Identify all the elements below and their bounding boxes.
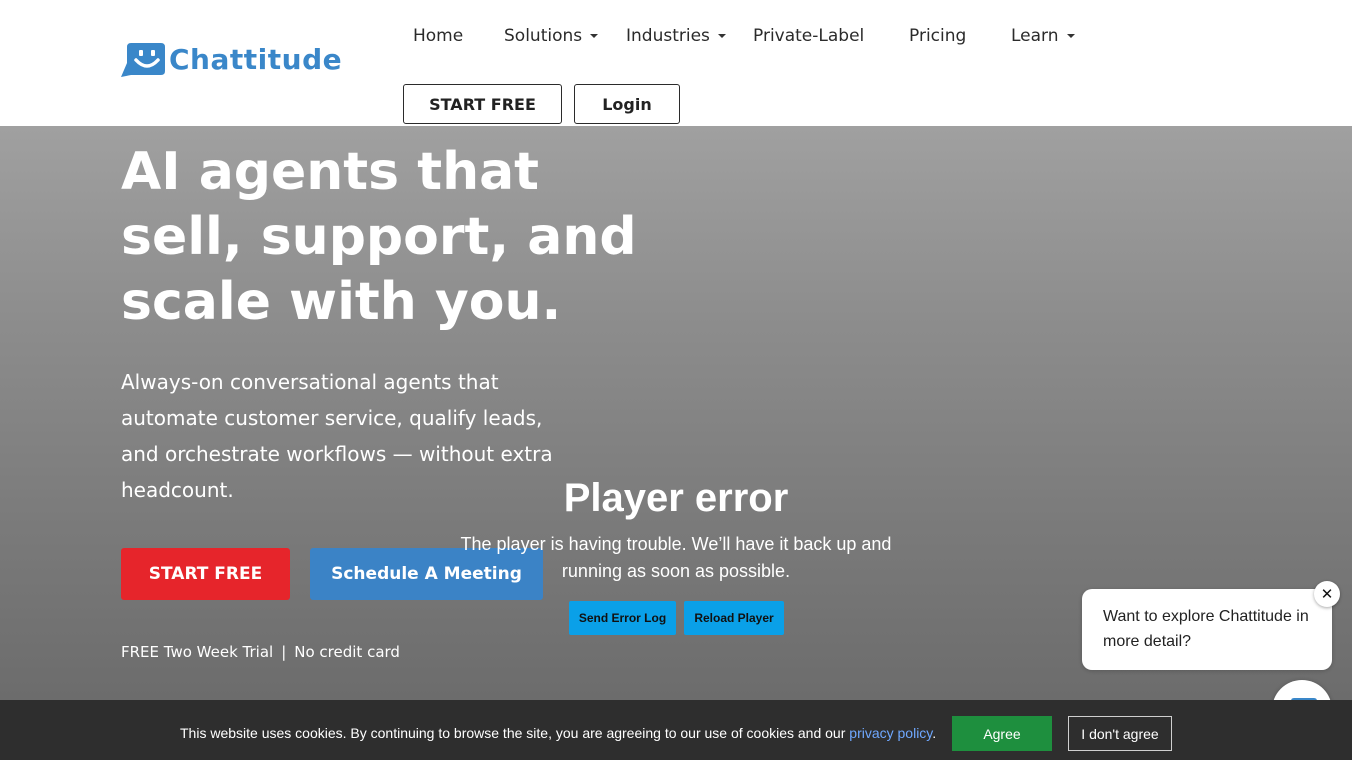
- player-error-title: Player error: [563, 476, 789, 520]
- header-start-free-button[interactable]: START FREE: [403, 84, 562, 124]
- cookie-message: This website uses cookies. By continuing…: [180, 723, 936, 743]
- nav-private-label[interactable]: Private-Label: [753, 24, 864, 48]
- privacy-policy-link[interactable]: privacy policy: [849, 725, 932, 741]
- cookie-banner: This website uses cookies. By continuing…: [0, 700, 1352, 760]
- reload-player-button[interactable]: Reload Player: [684, 601, 784, 635]
- trial-info: FREE Two Week Trial | No credit card: [121, 641, 400, 663]
- nav-pricing[interactable]: Pricing: [909, 24, 966, 48]
- nav-home-label: Home: [413, 26, 464, 46]
- cookie-text-before: This website uses cookies. By continuing…: [180, 725, 846, 741]
- smiley-chat-icon: [121, 43, 165, 77]
- trial-text: FREE Two Week Trial: [121, 643, 274, 661]
- trial-separator: |: [281, 643, 287, 661]
- no-card-text: No credit card: [294, 643, 400, 661]
- close-icon: ✕: [1320, 584, 1334, 603]
- site-header: Chattitude Home Solutions Industries Pri…: [0, 0, 1352, 126]
- chat-prompt-text: Want to explore Chattitude in more detai…: [1103, 608, 1309, 650]
- cookie-agree-button[interactable]: Agree: [952, 716, 1052, 751]
- header-login-button[interactable]: Login: [574, 84, 680, 124]
- caret-down-icon: [590, 34, 599, 38]
- nav-solutions-label: Solutions: [504, 26, 583, 46]
- chat-close-button[interactable]: ✕: [1314, 581, 1340, 607]
- nav-home[interactable]: Home: [413, 24, 463, 48]
- logo[interactable]: Chattitude: [121, 43, 345, 77]
- nav-solutions[interactable]: Solutions: [504, 24, 599, 48]
- nav-learn-label: Learn: [1011, 26, 1059, 46]
- hero-title: AI agents that sell, support, and scale …: [121, 142, 637, 332]
- player-error-message: The player is having trouble. We’ll have…: [460, 534, 892, 581]
- chat-prompt-bubble[interactable]: Want to explore Chattitude in more detai…: [1082, 589, 1332, 670]
- caret-down-icon: [1066, 34, 1075, 38]
- nav-industries-label: Industries: [626, 26, 710, 46]
- nav-industries[interactable]: Industries: [626, 24, 726, 48]
- nav-learn[interactable]: Learn: [1011, 24, 1075, 48]
- send-error-log-button[interactable]: Send Error Log: [569, 601, 676, 635]
- cookie-text-after: .: [932, 725, 937, 741]
- caret-down-icon: [717, 34, 726, 38]
- hero-start-free-button[interactable]: START FREE: [121, 548, 290, 600]
- logo-text: Chattitude: [169, 43, 343, 76]
- nav-private-label-label: Private-Label: [753, 26, 865, 46]
- cookie-disagree-button[interactable]: I don't agree: [1068, 716, 1172, 751]
- nav-pricing-label: Pricing: [909, 26, 967, 46]
